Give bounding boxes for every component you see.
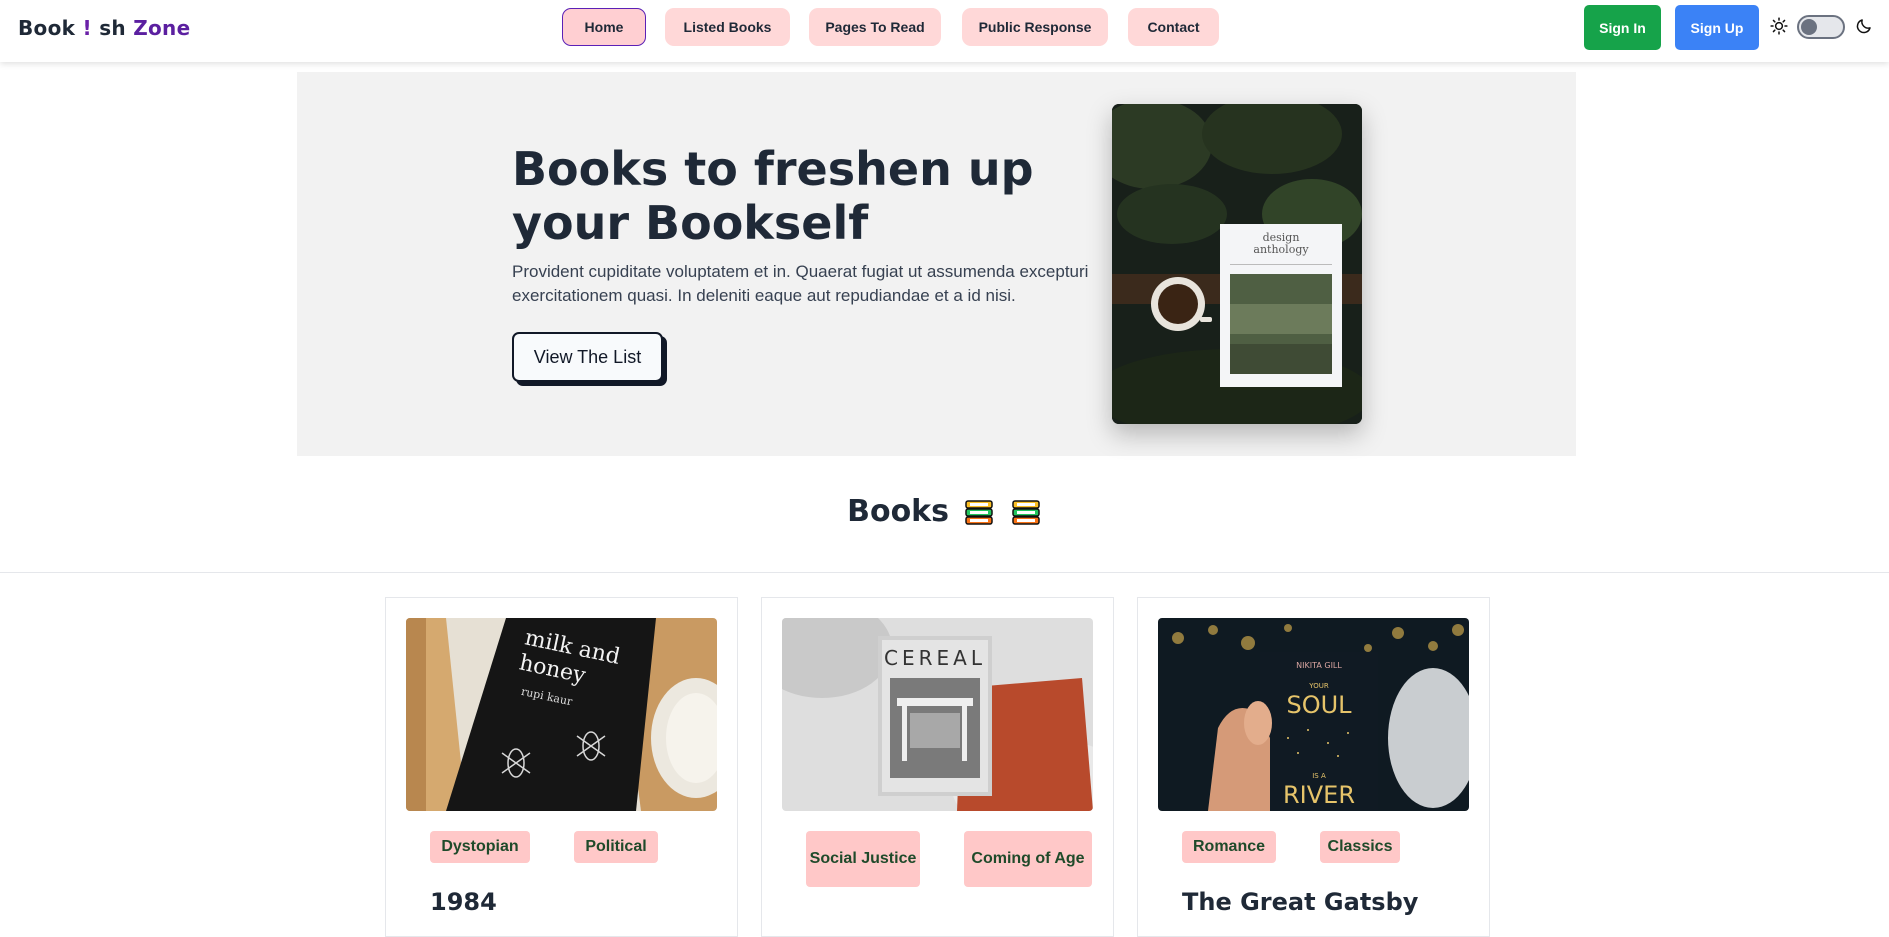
genre-tag[interactable]: Classics <box>1320 831 1400 863</box>
book-title[interactable]: The Great Gatsby <box>1182 888 1418 916</box>
theme-toggle-knob <box>1801 19 1817 35</box>
book-cover-image: NIKITA GILL YOUR SOUL IS A RIVER <box>1158 618 1469 811</box>
book-card[interactable]: CEREAL Social Justice Coming of Age <box>761 597 1114 937</box>
book-cover-image: CEREAL <box>782 618 1093 811</box>
brand-logo[interactable]: Book ! sh Zone <box>18 16 190 40</box>
genre-tag[interactable]: Romance <box>1182 831 1276 863</box>
brand-part-sh: sh <box>99 16 126 40</box>
hero-title: Books to freshen up your Bookself <box>512 142 1034 250</box>
genre-tag[interactable]: Social Justice <box>806 831 920 887</box>
moon-icon <box>1856 19 1871 34</box>
genre-tag[interactable]: Coming of Age <box>964 831 1092 887</box>
book-cover-image: milk and honey rupi kaur <box>406 618 717 811</box>
cover-author: NIKITA GILL <box>1296 661 1342 670</box>
brand-part-book: Book <box>18 16 76 40</box>
books-title-text: Books <box>847 494 949 529</box>
navbar: Book ! sh Zone Home Listed Books Pages T… <box>0 0 1889 62</box>
view-list-button[interactable]: View The List <box>512 332 663 382</box>
nav-pages-to-read[interactable]: Pages To Read <box>809 8 941 46</box>
section-divider <box>0 572 1889 573</box>
books-stack-icon <box>965 499 994 525</box>
book-card[interactable]: milk and honey rupi kaur Dystopian Polit… <box>385 597 738 937</box>
books-stack-icon <box>1012 499 1040 525</box>
nav-listed-books[interactable]: Listed Books <box>665 8 790 46</box>
sun-icon <box>1770 17 1788 35</box>
sign-in-button[interactable]: Sign In <box>1584 5 1661 50</box>
theme-toggle[interactable] <box>1797 15 1845 39</box>
cover-text-line1: YOUR <box>1308 682 1329 690</box>
sign-up-button[interactable]: Sign Up <box>1675 5 1759 50</box>
genre-tag[interactable]: Dystopian <box>430 831 530 863</box>
cover-text-line2: SOUL <box>1286 691 1352 719</box>
brand-part-zone: Zone <box>133 16 191 40</box>
genre-tag[interactable]: Political <box>574 831 658 863</box>
hero-description: Provident cupiditate voluptatem et in. Q… <box>512 262 1089 305</box>
cover-text-line3: IS A <box>1312 772 1326 780</box>
book-card[interactable]: NIKITA GILL YOUR SOUL IS A RIVER Romance… <box>1137 597 1490 937</box>
hero-section: Books to freshen up your Bookself Provid… <box>297 72 1576 456</box>
books-section-title: Books <box>0 494 1889 529</box>
nav-contact[interactable]: Contact <box>1128 8 1219 46</box>
brand-part-exclamation: ! <box>82 16 92 40</box>
cover-text-line4: RIVER <box>1283 781 1355 809</box>
hero-image-text-line2: anthology <box>1253 243 1309 256</box>
hero-image: design anthology <box>1112 104 1362 424</box>
nav-public-response[interactable]: Public Response <box>962 8 1108 46</box>
cover-text-line1: CEREAL <box>884 646 986 670</box>
nav-home[interactable]: Home <box>562 8 646 46</box>
book-title[interactable]: 1984 <box>430 888 497 916</box>
